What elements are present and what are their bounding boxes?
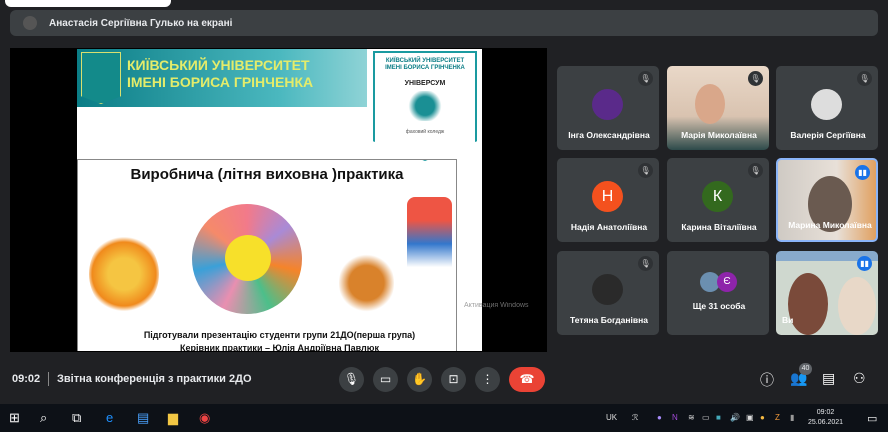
presenter-banner-text: Анастасія Сергіївна Гулько на екрані [49,17,233,29]
mic-off-icon: 🎙 [857,71,872,86]
leave-call-button[interactable]: ☎ [509,367,545,392]
more-participants-label: Ще 31 особа [692,301,746,311]
participant-initial: Є [717,272,737,292]
browser-tab-strip [5,0,171,7]
meeting-controls-bar: 09:02 Звітна конференція з практики 2ДО … [0,360,888,400]
logo-text: КИЇВСЬКИЙ УНІВЕРСИТЕТ [385,58,465,64]
clock-time: 09:02 [816,409,835,416]
clock-date: 25.06.2021 [808,419,844,426]
logo-text: ІМЕНІ БОРИСА ГРІНЧЕНКА [385,65,465,71]
document-app-icon[interactable]: ▤ [137,410,149,426]
participant-tile[interactable]: 🎙 Марія Миколаївна [667,66,769,150]
slide-title: Виробнича (літня виховна )практика [130,166,404,183]
puppy-image [339,249,394,317]
participant-name: Надія Анатоліївна [570,222,648,232]
participant-video [695,84,725,124]
language-indicator[interactable]: UK [606,413,617,422]
participant-tile-active[interactable]: ▮▮ Марина Миколаївна [776,158,878,242]
speaking-indicator-icon: ▮▮ [857,256,872,271]
mic-off-icon: 🎙 [638,163,653,178]
chrome-icon[interactable]: ◉ [199,410,210,426]
sun-face [225,235,271,281]
app-tray-icon[interactable]: ■ [716,413,721,422]
mic-off-icon: 🎙 [638,71,653,86]
participant-name: Ви [782,315,794,325]
more-options-button[interactable]: ⋮ [475,367,500,392]
participant-avatar [592,89,623,120]
participant-name: Валерія Сергіївна [790,130,866,140]
activities-icon[interactable]: ⚇ [853,370,866,387]
edge-icon[interactable]: e [106,410,113,425]
camera-button[interactable]: ▭ [373,367,398,392]
windows-activation-watermark: Активация Windows [464,302,529,309]
college-logo: КИЇВСЬКИЙ УНІВЕРСИТЕТ ІМЕНІ БОРИСА ГРІНЧЕ… [373,51,477,161]
more-participants-tile[interactable]: Є Ще 31 особа [667,251,769,335]
slide-caption: Підготували презентацію студенти групи 2… [143,330,416,340]
participant-name: Марія Миколаївна [681,130,757,140]
notifications-icon[interactable]: ▭ [867,412,877,425]
shared-slide: КИЇВСЬКИЙ УНІВЕРСИТЕТ ІМЕНІ БОРИСА ГРІНЧЕ… [77,49,482,351]
participant-video [838,277,876,335]
university-crest [81,52,121,104]
system-clock[interactable]: 09:02 25.06.2021 [808,408,843,428]
meeting-time: 09:02 [12,373,41,385]
info-icon[interactable]: ⓘ [760,370,774,390]
volume-icon[interactable]: 🔊 [730,413,740,422]
microphone-button[interactable]: 🎙 [339,367,364,392]
participant-tile[interactable]: 🎙 Тетяна Богданівна [557,251,659,335]
logo-sub: фаховий коледж [405,129,445,135]
participant-name: Тетяна Богданівна [570,315,648,325]
present-screen-button[interactable]: ⊡ [441,367,466,392]
raise-hand-button[interactable]: ✋ [407,367,432,392]
meeting-title: Звітна конференція з практики 2ДО [57,373,252,385]
task-view-icon[interactable]: ⧉ [72,410,81,426]
slide-caption-supervisor: Керівник практики – Юлія Андріївна Павлю… [180,343,379,351]
wifi-icon[interactable]: ≋ [688,413,695,422]
participant-tile[interactable]: 🎙 Валерія Сергіївна [776,66,878,150]
participant-name: Марина Миколаївна [788,220,872,230]
participant-tile-self[interactable]: ▮▮ Ви [776,251,878,335]
participant-avatar [592,274,623,305]
chat-icon[interactable]: ▤ [822,370,835,387]
viber-icon[interactable]: ● [657,413,662,422]
tree-icon [407,91,443,121]
logo-name: УНІВЕРСУМ [404,80,446,87]
windows-taskbar: ⊞ ⌕ ⧉ e ▤ ▆ ◉ UK ℛ ● N ≋ ▭ ■ 🔊 ▣ ● Z ▮ 0… [0,404,888,432]
mic-off-icon: 🎙 [748,71,763,86]
tray-z-icon[interactable]: Z [775,413,780,422]
windows-start-icon[interactable]: ⊞ [9,410,20,426]
slide-header: КИЇВСЬКИЙ УНІВЕРСИТЕТ ІМЕНІ БОРИСА ГРІНЧЕ… [77,49,367,107]
participant-name: Інга Олександрівна [568,130,650,140]
onenote-icon[interactable]: N [672,413,678,422]
pinocchio-image [407,197,452,275]
participant-avatar [811,89,842,120]
participant-initial: К [702,181,733,212]
participant-tile[interactable]: Н 🎙 Надія Анатоліївна [557,158,659,242]
presenting-banner: Анастасія Сергіївна Гулько на екрані [10,10,878,36]
battery-icon[interactable]: ▭ [702,413,710,422]
participant-tile[interactable]: 🎙 Інга Олександрівна [557,66,659,150]
lion-image [89,234,159,314]
tray-icon[interactable]: ▣ [746,413,754,422]
divider [48,372,49,386]
university-line2: ІМЕНІ БОРИСА ГРІНЧЕНКА [127,74,314,90]
participant-video [788,273,828,335]
mic-off-icon: 🎙 [638,256,653,271]
presenter-avatar [23,16,37,30]
file-explorer-icon[interactable]: ▆ [168,410,178,426]
participant-tile[interactable]: К 🎙 Карина Віталіївна [667,158,769,242]
university-line1: КИЇВСЬКИЙ УНІВЕРСИТЕТ [127,57,310,73]
mic-off-icon: 🎙 [748,163,763,178]
search-icon[interactable]: ⌕ [40,410,47,426]
participant-initial: Н [592,181,623,212]
tray-bar-icon[interactable]: ▮ [790,413,794,422]
tray-app-icon[interactable]: ● [760,413,765,422]
speaking-indicator-icon: ▮▮ [855,165,870,180]
people-tray-icon[interactable]: ℛ [632,413,638,422]
participant-name: Карина Віталіївна [681,222,757,232]
participants-count-badge: 40 [799,363,812,375]
